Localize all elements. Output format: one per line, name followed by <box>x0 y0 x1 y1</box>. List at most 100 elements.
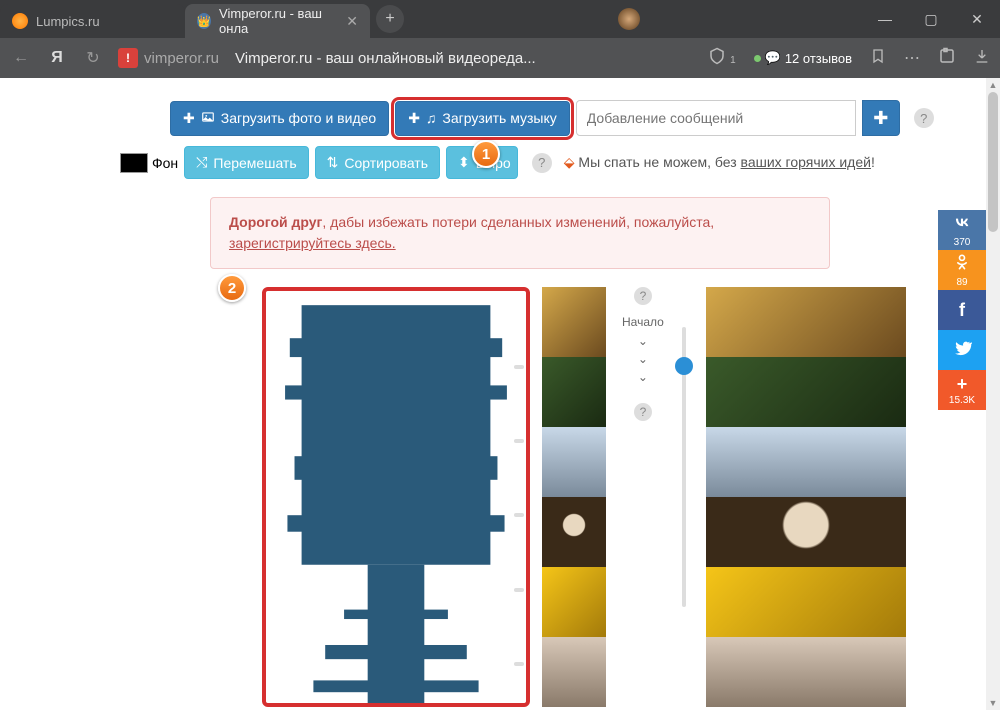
register-alert: Дорогой друг, дабы избежать потери сдела… <box>210 197 830 269</box>
scroll-down-arrow[interactable]: ▼ <box>986 696 1000 710</box>
volume-slider[interactable] <box>682 287 686 707</box>
share-ok-button[interactable]: 89 <box>938 250 986 290</box>
edit-toolbar: Фон ⤭ Перемешать ⇅ Сортировать ⬍ Выро ? … <box>120 146 956 179</box>
address-bar: ← Я ↻ ! vimperor.ru Vimperor.ru - ваш он… <box>0 38 1000 78</box>
waveform-svg <box>278 291 514 707</box>
status-dot-icon <box>754 55 761 62</box>
back-button[interactable]: ← <box>10 49 32 67</box>
social-share-sidebar: 370 89 f +15.3K <box>938 210 986 410</box>
add-message-button[interactable]: ✚ <box>862 100 900 136</box>
browser-tab-active[interactable]: 👑 Vimperor.ru - ваш онла ✕ <box>185 4 370 38</box>
reload-button[interactable]: ↻ <box>82 48 104 68</box>
waveform-marker[interactable] <box>514 365 524 369</box>
profile-avatar[interactable] <box>618 8 640 30</box>
tab-title: Vimperor.ru - ваш онла <box>219 6 338 36</box>
callout-badge-2: 2 <box>218 274 246 302</box>
help-icon[interactable]: ? <box>914 108 934 128</box>
button-label: Загрузить фото и видео <box>221 110 376 126</box>
clip-thumbnail[interactable] <box>542 287 606 357</box>
scroll-up-arrow[interactable]: ▲ <box>986 78 1000 92</box>
alert-body: , дабы избежать потери сделанных изменен… <box>322 214 714 230</box>
fire-icon: ⬙ <box>564 154 575 170</box>
help-icon[interactable]: ? <box>532 153 552 173</box>
audio-waveform[interactable] <box>262 287 530 707</box>
upload-media-button[interactable]: ✚ Загрузить фото и видео <box>170 101 389 136</box>
bg-label: Фон <box>152 155 178 171</box>
preview-frame[interactable] <box>706 567 906 637</box>
plus-icon: + <box>957 374 968 395</box>
slider-thumb[interactable] <box>675 357 693 375</box>
clip-thumbnail[interactable] <box>542 427 606 497</box>
minimize-button[interactable]: ― <box>862 0 908 38</box>
share-more-button[interactable]: +15.3K <box>938 370 986 410</box>
clip-thumbnail[interactable] <box>542 637 606 707</box>
sort-icon: ⇅ <box>327 154 339 171</box>
clip-thumbnail[interactable] <box>542 357 606 427</box>
hot-ideas-link[interactable]: ваших горячих идей <box>741 154 871 170</box>
close-icon[interactable]: ✕ <box>346 13 358 30</box>
extensions-icon[interactable] <box>938 47 956 70</box>
upload-music-button[interactable]: ✚ ♫ Загрузить музыку <box>395 101 570 136</box>
downloads-icon[interactable] <box>974 48 990 69</box>
preview-frame[interactable] <box>706 287 906 357</box>
new-tab-button[interactable]: + <box>376 5 404 33</box>
facebook-icon: f <box>959 300 965 321</box>
waveform-marker[interactable] <box>514 439 524 443</box>
share-twitter-button[interactable] <box>938 330 986 370</box>
start-label: Начало <box>622 315 664 329</box>
preview-frames <box>706 287 906 707</box>
button-label: Перемешать <box>213 155 296 171</box>
tab-title: Lumpics.ru <box>36 14 100 29</box>
align-icon: ⬍ <box>458 154 470 171</box>
favicon-icon <box>12 13 28 29</box>
background-picker[interactable]: Фон <box>120 153 178 173</box>
share-facebook-button[interactable]: f <box>938 290 986 330</box>
favicon-icon: 👑 <box>197 13 211 29</box>
url-domain: vimperor.ru <box>144 50 219 67</box>
vertical-scrollbar[interactable]: ▲ ▼ <box>986 78 1000 710</box>
chevron-down-icon[interactable]: ⌄ <box>638 371 648 383</box>
browser-tab-inactive[interactable]: Lumpics.ru <box>0 4 185 38</box>
reviews-link[interactable]: 💬12 отзывов <box>754 50 852 66</box>
clip-thumbnails <box>542 287 606 707</box>
preview-frame[interactable] <box>706 497 906 567</box>
callout-badge-1: 1 <box>472 140 500 168</box>
share-count: 370 <box>954 237 971 248</box>
menu-icon[interactable]: ⋯ <box>904 48 920 68</box>
preview-frame[interactable] <box>706 427 906 497</box>
url-title: Vimperor.ru - ваш онлайновый видеореда..… <box>235 50 536 67</box>
preview-frame[interactable] <box>706 637 906 707</box>
help-icon[interactable]: ? <box>634 403 652 421</box>
waveform-marker[interactable] <box>514 662 524 666</box>
register-link[interactable]: зарегистрируйтесь здесь. <box>229 235 396 251</box>
editor-area: ? Начало ⌄ ⌄ ⌄ ? <box>262 287 956 707</box>
clip-thumbnail[interactable] <box>542 567 606 637</box>
share-count: 15.3K <box>949 395 975 406</box>
shield-icon[interactable]: 1 <box>708 47 736 70</box>
button-label: Загрузить музыку <box>442 110 556 126</box>
clip-thumbnail[interactable] <box>542 497 606 567</box>
slider-track <box>682 327 686 607</box>
share-vk-button[interactable]: 370 <box>938 210 986 250</box>
waveform-marker[interactable] <box>514 588 524 592</box>
maximize-button[interactable]: ▢ <box>908 0 954 38</box>
close-window-button[interactable]: ✕ <box>954 0 1000 38</box>
yandex-icon[interactable]: Я <box>46 49 68 67</box>
chevron-down-icon[interactable]: ⌄ <box>638 353 648 365</box>
message-input[interactable] <box>576 100 856 136</box>
url-display[interactable]: ! vimperor.ru Vimperor.ru - ваш онлайнов… <box>118 48 536 68</box>
sort-button[interactable]: ⇅ Сортировать <box>315 146 440 179</box>
window-controls: ― ▢ ✕ <box>862 0 1000 38</box>
bookmark-icon[interactable] <box>870 48 886 69</box>
scrollbar-thumb[interactable] <box>988 92 998 232</box>
waveform-marker[interactable] <box>514 513 524 517</box>
chevron-down-icon[interactable]: ⌄ <box>638 335 648 347</box>
shuffle-icon: ⤭ <box>196 154 207 171</box>
browser-titlebar: Lumpics.ru 👑 Vimperor.ru - ваш онла ✕ + … <box>0 0 1000 38</box>
preview-frame[interactable] <box>706 357 906 427</box>
hot-ideas-text: ⬙ Мы спать не можем, без ваших горячих и… <box>564 154 875 171</box>
shuffle-button[interactable]: ⤭ Перемешать <box>184 146 308 179</box>
help-icon[interactable]: ? <box>634 287 652 305</box>
upload-toolbar: ✚ Загрузить фото и видео ✚ ♫ Загрузить м… <box>170 100 956 136</box>
music-icon: ♫ <box>426 110 437 126</box>
